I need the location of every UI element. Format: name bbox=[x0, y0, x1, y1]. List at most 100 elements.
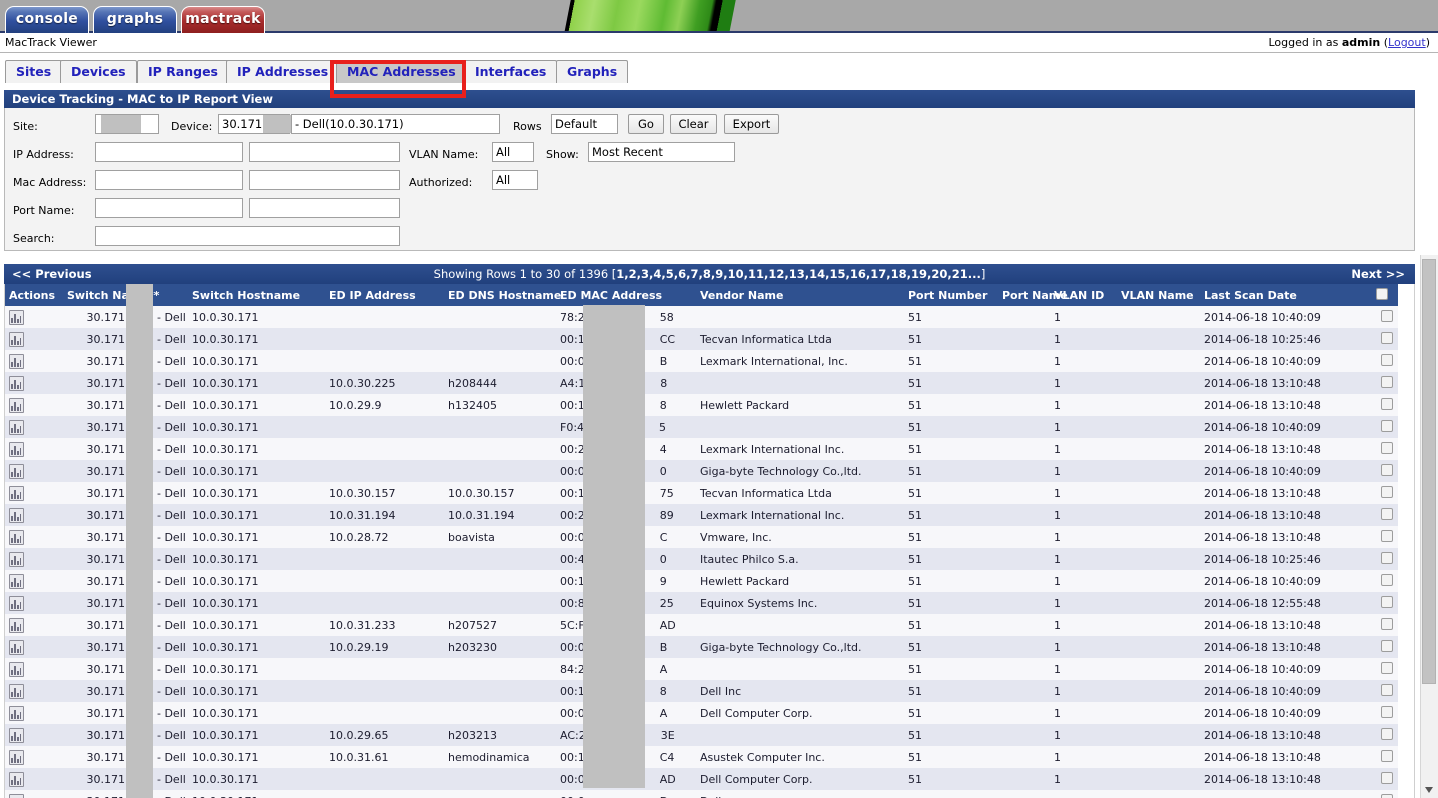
graph-icon[interactable] bbox=[9, 551, 24, 567]
cell-row-checkbox[interactable] bbox=[1372, 768, 1398, 790]
table-row[interactable]: 30.171 - Dell 10.0.30.171 10.0.31.233 h20752… bbox=[5, 614, 1398, 636]
cell-row-checkbox[interactable] bbox=[1372, 746, 1398, 768]
table-row[interactable]: 30.171 - Dell10.0.30.171 00:0 D Dell bbox=[5, 790, 1398, 798]
tab-interfaces[interactable]: Interfaces bbox=[464, 60, 558, 83]
graph-icon[interactable] bbox=[9, 485, 24, 501]
row-checkbox[interactable] bbox=[1381, 397, 1393, 410]
graph-icon[interactable] bbox=[9, 727, 24, 743]
vertical-scrollbar[interactable] bbox=[1420, 255, 1438, 798]
cell-row-checkbox[interactable] bbox=[1372, 790, 1398, 798]
tab-graphs[interactable]: Graphs bbox=[556, 60, 629, 83]
row-checkbox[interactable] bbox=[1381, 529, 1393, 542]
graph-icon[interactable] bbox=[9, 793, 24, 798]
show-select[interactable]: Most Recent bbox=[588, 142, 735, 162]
vlan-name-select[interactable]: All bbox=[492, 142, 534, 162]
row-checkbox[interactable] bbox=[1381, 551, 1393, 564]
table-row[interactable]: 30.171 - Dell 10.0.30.171 00:1 CC Tecvan Info… bbox=[5, 328, 1398, 350]
row-checkbox[interactable] bbox=[1381, 595, 1393, 608]
table-row[interactable]: 30.171 - Dell 10.0.30.171 00:0 0 Giga-byte Te… bbox=[5, 460, 1398, 482]
graph-icon[interactable] bbox=[9, 749, 24, 765]
graph-icon[interactable] bbox=[9, 617, 24, 633]
row-checkbox[interactable] bbox=[1381, 419, 1393, 432]
row-checkbox[interactable] bbox=[1381, 661, 1393, 674]
col-switch-hostname[interactable]: Switch Hostname bbox=[188, 284, 325, 306]
row-checkbox[interactable] bbox=[1381, 793, 1393, 798]
row-checkbox[interactable] bbox=[1381, 705, 1393, 718]
cell-row-checkbox[interactable] bbox=[1372, 504, 1398, 526]
logout-link[interactable]: Logout bbox=[1388, 36, 1426, 49]
cell-row-checkbox[interactable] bbox=[1372, 592, 1398, 614]
ip-address-input[interactable] bbox=[249, 142, 400, 162]
cell-row-checkbox[interactable] bbox=[1372, 548, 1398, 570]
port-name-select[interactable] bbox=[95, 198, 243, 218]
row-checkbox[interactable] bbox=[1381, 771, 1393, 784]
row-checkbox[interactable] bbox=[1381, 375, 1393, 388]
ip-address-select[interactable] bbox=[95, 142, 243, 162]
graph-icon[interactable] bbox=[9, 529, 24, 545]
main-tab-graphs[interactable]: graphs bbox=[93, 6, 177, 33]
table-row[interactable]: 30.171 - Dell 10.0.30.171 00:8 25 Equinox Sys… bbox=[5, 592, 1398, 614]
cell-row-checkbox[interactable] bbox=[1372, 372, 1398, 394]
graph-icon[interactable] bbox=[9, 771, 24, 787]
row-checkbox[interactable] bbox=[1381, 639, 1393, 652]
graph-icon[interactable] bbox=[9, 507, 24, 523]
table-row[interactable]: 30.171 - Dell 10.0.30.171 00:1 8 Dell Inc 51 1 2… bbox=[5, 680, 1398, 702]
col-ed-dns-hostname[interactable]: ED DNS Hostname bbox=[444, 284, 561, 306]
cell-row-checkbox[interactable] bbox=[1372, 328, 1398, 350]
tab-devices[interactable]: Devices bbox=[60, 60, 137, 83]
col-select-all[interactable] bbox=[1372, 284, 1398, 306]
graph-icon[interactable] bbox=[9, 705, 24, 721]
graph-icon[interactable] bbox=[9, 419, 24, 435]
device-select[interactable]: - Dell(10.0.30.171) bbox=[291, 114, 500, 134]
cell-row-checkbox[interactable] bbox=[1372, 394, 1398, 416]
clear-button[interactable]: Clear bbox=[670, 114, 717, 134]
main-tab-mactrack[interactable]: mactrack bbox=[181, 6, 265, 33]
table-row[interactable]: 30.171 - Dell 10.0.30.171 84:2 A 51 1 2014-06-1… bbox=[5, 658, 1398, 680]
row-checkbox[interactable] bbox=[1381, 309, 1393, 322]
next-page-link[interactable]: Next >> bbox=[1351, 264, 1405, 284]
mac-address-input[interactable] bbox=[249, 170, 400, 190]
cell-row-checkbox[interactable] bbox=[1372, 350, 1398, 372]
scroll-down-arrow-icon[interactable] bbox=[1425, 787, 1433, 793]
export-button[interactable]: Export bbox=[724, 114, 779, 134]
authorized-select[interactable]: All bbox=[492, 170, 538, 190]
row-checkbox[interactable] bbox=[1381, 749, 1393, 762]
tab-sites[interactable]: Sites bbox=[5, 60, 63, 83]
row-checkbox[interactable] bbox=[1381, 617, 1393, 630]
graph-icon[interactable] bbox=[9, 661, 24, 677]
table-row[interactable]: 30.171 - Dell 10.0.30.171 00:0 AD Dell Comput… bbox=[5, 768, 1398, 790]
col-vendor-name[interactable]: Vendor Name bbox=[696, 284, 904, 306]
cell-row-checkbox[interactable] bbox=[1372, 416, 1398, 438]
tab-ip-addresses[interactable]: IP Addresses bbox=[226, 60, 340, 83]
graph-icon[interactable] bbox=[9, 463, 24, 479]
main-tab-console[interactable]: console bbox=[5, 6, 89, 33]
cell-row-checkbox[interactable] bbox=[1372, 570, 1398, 592]
go-button[interactable]: Go bbox=[628, 114, 664, 134]
cell-row-checkbox[interactable] bbox=[1372, 438, 1398, 460]
select-all-checkbox[interactable] bbox=[1376, 287, 1388, 300]
cell-row-checkbox[interactable] bbox=[1372, 526, 1398, 548]
col-vlan-name[interactable]: VLAN Name bbox=[1117, 284, 1200, 306]
table-row[interactable]: 30.171 - Dell 10.0.30.171 00:0 B Lexmark Inte… bbox=[5, 350, 1398, 372]
table-row[interactable]: 30.171 - Dell 10.0.30.171 78:2 58 51 1 2014-06-… bbox=[5, 306, 1398, 328]
graph-icon[interactable] bbox=[9, 639, 24, 655]
col-ed-ip-address[interactable]: ED IP Address bbox=[325, 284, 444, 306]
page-number-list[interactable]: 1,2,3,4,5,6,7,8,9,10,11,12,13,14,15,16,1… bbox=[616, 267, 981, 281]
scrollbar-thumb[interactable] bbox=[1422, 259, 1436, 684]
table-row[interactable]: 30.171 - Dell 10.0.30.171 10.0.31.61 hemodin… bbox=[5, 746, 1398, 768]
graph-icon[interactable] bbox=[9, 331, 24, 347]
table-row[interactable]: 30.171- Dell 10.0.30.171 10.0.31.194 10.0.3… bbox=[5, 504, 1398, 526]
tab-ip-ranges[interactable]: IP Ranges bbox=[137, 60, 229, 83]
table-row[interactable]: 30.171 - Dell 10.0.30.171 10.0.29.9 h132405 0… bbox=[5, 394, 1398, 416]
row-checkbox[interactable] bbox=[1381, 331, 1393, 344]
graph-icon[interactable] bbox=[9, 595, 24, 611]
row-checkbox[interactable] bbox=[1381, 463, 1393, 476]
cell-row-checkbox[interactable] bbox=[1372, 658, 1398, 680]
graph-icon[interactable] bbox=[9, 353, 24, 369]
rows-select[interactable]: Default bbox=[551, 114, 618, 134]
graph-icon[interactable] bbox=[9, 375, 24, 391]
row-checkbox[interactable] bbox=[1381, 573, 1393, 586]
row-checkbox[interactable] bbox=[1381, 485, 1393, 498]
table-row[interactable]: 30.171 - Dell 10.0.30.171 10.0.28.72 boavist… bbox=[5, 526, 1398, 548]
row-checkbox[interactable] bbox=[1381, 683, 1393, 696]
